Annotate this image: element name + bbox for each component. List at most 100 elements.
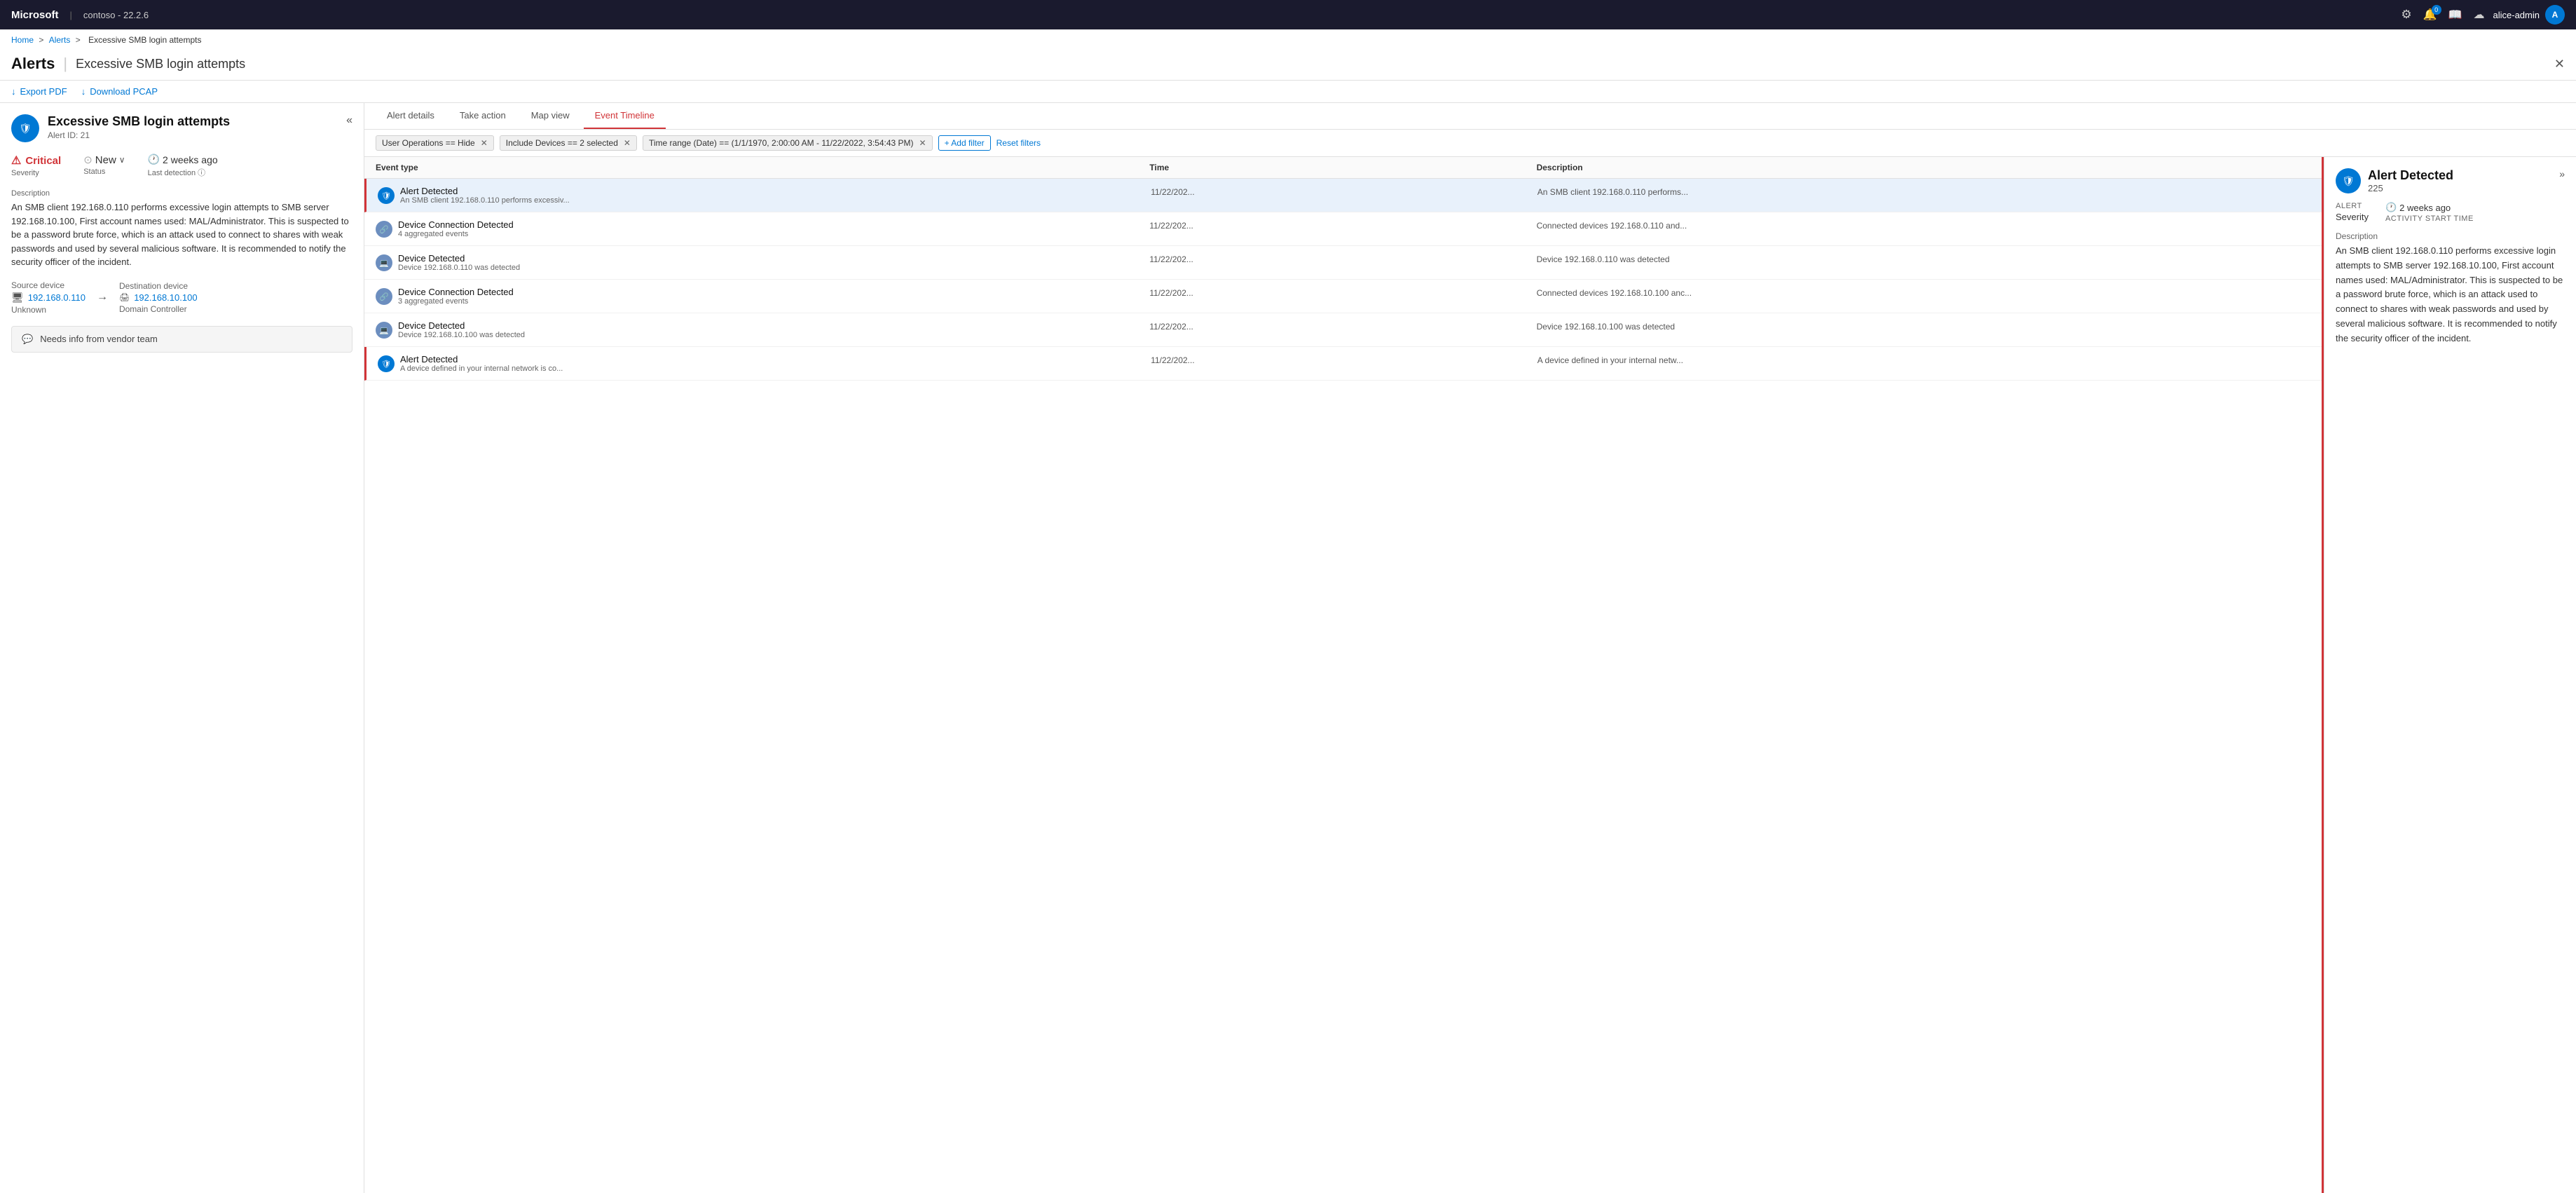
event-title-block: Device Detected Device 192.168.0.110 was… (398, 253, 520, 272)
event-type-cell: 💻 Device Detected Device 192.168.0.110 w… (376, 253, 1149, 272)
cloud-icon[interactable]: ☁ (2474, 8, 2485, 22)
breadcrumb-sep1: > (39, 35, 46, 45)
event-subtitle: An SMB client 192.168.0.110 performs exc… (400, 196, 570, 205)
topbar-version: contoso - 22.2.6 (83, 10, 149, 20)
reset-filters-button[interactable]: Reset filters (996, 138, 1041, 148)
add-filter-label: + Add filter (945, 138, 985, 148)
add-filter-button[interactable]: + Add filter (938, 135, 991, 151)
export-pdf-button[interactable]: ↓ Export PDF (11, 86, 67, 97)
dest-type: Domain Controller (119, 304, 198, 314)
monitor-icon: 🖥 (11, 292, 24, 304)
page-header: Alerts | Excessive SMB login attempts ✕ (0, 50, 2576, 81)
breadcrumb-current: Excessive SMB login attempts (88, 35, 201, 45)
toolbar: ↓ Export PDF ↓ Download PCAP (0, 81, 2576, 103)
detail-severity-block: ALERT Severity (2336, 202, 2369, 223)
tab-take-action[interactable]: Take action (448, 103, 517, 129)
book-icon[interactable]: 📖 (2448, 8, 2462, 22)
header-description: Description (1537, 163, 2310, 172)
breadcrumb-home[interactable]: Home (11, 35, 34, 45)
event-subtitle: Device 192.168.10.100 was detected (398, 331, 525, 339)
topbar-icons: ⚙ 🔔 0 📖 ☁ (2401, 8, 2484, 22)
event-desc: Device 192.168.0.110 was detected (1537, 253, 2310, 264)
filter-chip-user-ops: User Operations == Hide ✕ (376, 135, 494, 151)
page-subtitle: Excessive SMB login attempts (76, 57, 245, 71)
event-title-block: Alert Detected An SMB client 192.168.0.1… (400, 186, 570, 205)
event-title-block: Alert Detected A device defined in your … (400, 354, 563, 373)
event-type-cell: 🔗 Device Connection Detected 4 aggregate… (376, 219, 1149, 238)
event-subtitle: A device defined in your internal networ… (400, 364, 563, 373)
status-chevron-icon: ∨ (119, 155, 125, 165)
bell-icon[interactable]: 🔔 0 (2423, 8, 2437, 22)
event-title-block: Device Connection Detected 4 aggregated … (398, 219, 514, 238)
status-value[interactable]: ⊙ New ∨ (83, 154, 125, 166)
table-row[interactable]: 🛡 Alert Detected A device defined in you… (364, 347, 2322, 381)
table-row[interactable]: 🛡 Alert Detected An SMB client 192.168.0… (364, 179, 2322, 212)
topbar-separator: | (70, 10, 72, 20)
breadcrumb-alerts[interactable]: Alerts (49, 35, 71, 45)
event-title-block: Device Connection Detected 3 aggregated … (398, 287, 514, 306)
collapse-button[interactable]: « (346, 114, 352, 127)
username-label: alice-admin (2493, 10, 2540, 20)
close-button[interactable]: ✕ (2554, 57, 2565, 71)
notes-icon: 💬 (22, 334, 33, 345)
filter-user-ops-clear[interactable]: ✕ (481, 138, 488, 148)
filter-time-range-clear[interactable]: ✕ (919, 138, 926, 148)
header-event-type: Event type (376, 163, 1149, 172)
alert-id: Alert ID: 21 (48, 130, 230, 140)
event-type-cell: 💻 Device Detected Device 192.168.10.100 … (376, 320, 1149, 339)
event-title: Device Detected (398, 253, 520, 264)
detail-severity-label: ALERT (2336, 202, 2369, 210)
warning-icon: ⚠ (11, 154, 21, 168)
event-title-block: Device Detected Device 192.168.10.100 wa… (398, 320, 525, 339)
notes-text: Needs info from vendor team (40, 334, 158, 344)
event-time: 11/22/202... (1151, 354, 1537, 365)
table-row[interactable]: 💻 Device Detected Device 192.168.10.100 … (364, 313, 2322, 347)
detail-time-label: Activity start time (2385, 214, 2474, 223)
event-title: Alert Detected (400, 354, 563, 364)
avatar: A (2545, 5, 2565, 25)
event-title: Device Detected (398, 320, 525, 331)
settings-icon[interactable]: ⚙ (2401, 8, 2411, 22)
tab-alert-details[interactable]: Alert details (376, 103, 446, 129)
tab-map-view[interactable]: Map view (520, 103, 581, 129)
alert-icon-2: 🛡 (378, 355, 395, 372)
dest-device-label: Destination device (119, 281, 198, 291)
detail-description-section: Description An SMB client 192.168.0.110 … (2336, 231, 2565, 346)
download-pcap-button[interactable]: ↓ Download PCAP (81, 86, 158, 97)
tab-event-timeline[interactable]: Event Timeline (584, 103, 666, 129)
user-section[interactable]: alice-admin A (2493, 5, 2565, 25)
event-title: Device Connection Detected (398, 219, 514, 230)
filter-include-devices-clear[interactable]: ✕ (624, 138, 631, 148)
last-detection-label: Last detection ⓘ (148, 167, 218, 178)
detail-title-block: Alert Detected 225 (2368, 168, 2453, 193)
severity-label: Severity (11, 169, 61, 177)
event-table-header: Event type Time Description (364, 157, 2322, 179)
detail-number: 225 (2368, 183, 2453, 193)
detail-expand-icon[interactable]: » (2559, 168, 2565, 179)
source-device-label: Source device (11, 280, 85, 290)
device-connection-icon: 🔗 (376, 221, 392, 238)
detail-panel: 🛡 Alert Detected 225 » ALERT Severity (2324, 157, 2576, 1193)
source-ip[interactable]: 192.168.0.110 (28, 292, 85, 303)
detail-time-block: 🕐 2 weeks ago Activity start time (2385, 202, 2474, 223)
notes-box: 💬 Needs info from vendor team (11, 326, 352, 353)
detail-time-value: 🕐 2 weeks ago (2385, 202, 2474, 213)
table-row[interactable]: 🔗 Device Connection Detected 4 aggregate… (364, 212, 2322, 246)
table-row[interactable]: 🔗 Device Connection Detected 3 aggregate… (364, 280, 2322, 313)
filter-time-range-text: Time range (Date) == (1/1/1970, 2:00:00 … (649, 138, 914, 148)
header-time: Time (1149, 163, 1536, 172)
source-type: Unknown (11, 305, 85, 315)
brand-name: Microsoft (11, 9, 59, 21)
breadcrumb-sep2: > (76, 35, 83, 45)
detail-clock-icon: 🕐 (2385, 202, 2397, 213)
alert-title: Excessive SMB login attempts (48, 114, 230, 129)
dest-ip[interactable]: 192.168.10.100 (134, 292, 197, 303)
event-list: Event type Time Description 🛡 Alert Dete… (364, 157, 2324, 1193)
description-label: Description (11, 189, 352, 198)
event-type-cell: 🛡 Alert Detected An SMB client 192.168.0… (378, 186, 1151, 205)
topbar: Microsoft | contoso - 22.2.6 ⚙ 🔔 0 📖 ☁ a… (0, 0, 2576, 29)
device-connection-icon-2: 🔗 (376, 288, 392, 305)
table-row[interactable]: 💻 Device Detected Device 192.168.0.110 w… (364, 246, 2322, 280)
event-desc: Connected devices 192.168.10.100 anc... (1537, 287, 2310, 298)
event-subtitle: Device 192.168.0.110 was detected (398, 264, 520, 272)
